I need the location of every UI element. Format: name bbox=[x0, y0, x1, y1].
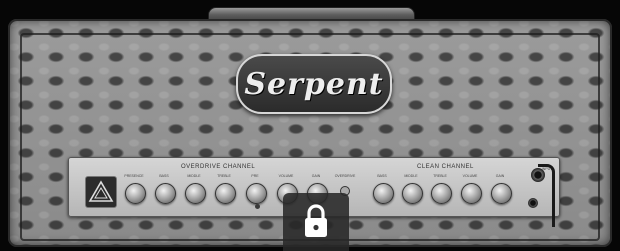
output-jack[interactable] bbox=[528, 198, 538, 208]
knob-label-volume-clean: VOLUME bbox=[462, 174, 478, 178]
clean-middle-knob[interactable] bbox=[401, 183, 423, 204]
warning-triangle-icon bbox=[85, 176, 117, 208]
pre-knob[interactable] bbox=[245, 183, 267, 204]
guitar-cable bbox=[538, 164, 555, 227]
brand-logo: Serpent bbox=[244, 66, 384, 102]
od-middle-knob[interactable] bbox=[184, 183, 206, 204]
brand-logo-plate: Serpent bbox=[236, 54, 392, 114]
toggle-label: OVERDRIVE bbox=[334, 174, 356, 178]
knob-label-volume-od: VOLUME bbox=[278, 174, 294, 178]
knob-label-treble-clean: TREBLE bbox=[433, 174, 447, 178]
channel-led bbox=[255, 204, 260, 209]
lock-overlay[interactable] bbox=[283, 193, 349, 251]
lock-icon bbox=[305, 204, 327, 237]
clean-treble-knob[interactable] bbox=[430, 183, 452, 204]
knob-label-middle-clean: MIDDLE bbox=[404, 174, 418, 178]
od-bass-knob[interactable] bbox=[154, 183, 176, 204]
knob-label-gain-od: GAIN bbox=[311, 174, 321, 178]
knob-label-bass-od: BASS bbox=[159, 174, 169, 178]
knob-label-middle-od: MIDDLE bbox=[187, 174, 201, 178]
clean-channel-label: CLEAN CHANNEL bbox=[417, 164, 474, 170]
presence-knob[interactable] bbox=[124, 183, 146, 204]
knob-label-pre: PRE bbox=[251, 174, 259, 178]
overdrive-channel-label: OVERDRIVE CHANNEL bbox=[181, 164, 256, 170]
knob-label-gain-clean: GAIN bbox=[495, 174, 505, 178]
clean-bass-knob[interactable] bbox=[372, 183, 394, 204]
knob-label-presence: PRESENCE bbox=[124, 174, 144, 178]
od-treble-knob[interactable] bbox=[214, 183, 236, 204]
knob-label-treble-od: TREBLE bbox=[217, 174, 231, 178]
clean-gain-knob[interactable] bbox=[490, 183, 512, 204]
clean-volume-knob[interactable] bbox=[460, 183, 482, 204]
knob-label-bass-clean: BASS bbox=[377, 174, 387, 178]
